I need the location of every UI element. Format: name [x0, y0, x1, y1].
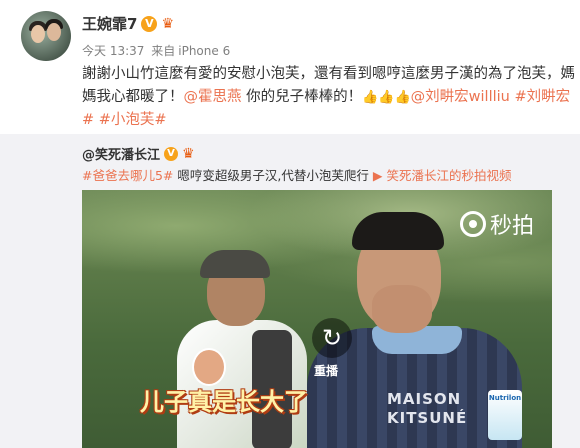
post-source[interactable]: iPhone 6: [178, 44, 230, 58]
video-player[interactable]: MAISON KITSUNÉ 秒拍 ↻ 重播 儿子真是长大了 Nutrilon: [82, 190, 552, 448]
avatar-face-1: [31, 25, 45, 43]
weibo-post: 王婉霏7 V ♛ 今天 13:37 来自 iPhone 6 謝謝小山竹這麼有愛的安…: [0, 0, 580, 448]
replay-label[interactable]: 重播: [314, 362, 338, 379]
member-crown-icon[interactable]: ♛: [182, 147, 200, 161]
repost-author-row: @笑死潘长江 V ♛: [82, 144, 200, 163]
person-right-hair: [352, 212, 444, 250]
avatar-face-2: [47, 23, 61, 41]
product-label: Nutrilon: [488, 394, 522, 402]
repost-author[interactable]: @笑死潘长江: [82, 144, 160, 163]
miaopai-logo-icon: [459, 211, 486, 237]
repost-text: #爸爸去哪儿5# 嗯哼变超级男子汉,代替小泡芙爬行 ▶ 笑死潘长江的秒拍视频: [82, 165, 511, 184]
repost-body: 嗯哼变超级男子汉,代替小泡芙爬行: [177, 168, 369, 183]
author-name[interactable]: 王婉霏7: [82, 13, 137, 34]
author-avatar[interactable]: [21, 11, 71, 61]
member-crown-icon[interactable]: ♛: [161, 17, 179, 31]
verified-icon: V: [141, 15, 158, 32]
milk-product: Nutrilon: [488, 390, 522, 440]
verified-icon: V: [164, 146, 179, 161]
miaopai-watermark: 秒拍: [459, 208, 534, 240]
author-row: 王婉霏7 V ♛: [82, 13, 179, 34]
post-text-cont: 你的兒子棒棒的！: [241, 89, 363, 105]
video-subtitle: 儿子真是长大了: [140, 388, 308, 416]
video-source-link[interactable]: 笑死潘长江的秒拍视频: [386, 168, 511, 183]
topic-link[interactable]: #小泡芙#: [99, 112, 167, 128]
topic-link[interactable]: #爸爸去哪儿5#: [82, 168, 173, 183]
shirt-print: MAISON KITSUNÉ: [387, 390, 468, 427]
repost-card: @笑死潘长江 V ♛ #爸爸去哪儿5# 嗯哼变超级男子汉,代替小泡芙爬行 ▶ 笑…: [0, 134, 580, 448]
mention-link[interactable]: @霍思燕: [184, 89, 242, 105]
replay-icon[interactable]: ↻: [312, 318, 352, 358]
post-time[interactable]: 今天 13:37: [82, 44, 144, 58]
post-source-prefix: 来自: [151, 44, 176, 58]
post-meta: 今天 13:37 来自 iPhone 6: [82, 42, 233, 59]
thumbs-up-icon: 👍👍👍: [362, 90, 411, 105]
video-icon: ▶: [372, 168, 383, 183]
watermark-text: 秒拍: [489, 214, 534, 239]
child-sticker: [192, 348, 226, 386]
person-right-hand: [372, 285, 432, 333]
person-left-cap: [200, 250, 270, 278]
mention-link[interactable]: @刘畊宏willliu: [411, 89, 510, 105]
post-text: 謝謝小山竹這麼有愛的安慰小泡芙，還有看到嗯哼這麼男子漢的為了泡芙，媽媽我心都暖了…: [82, 63, 576, 132]
